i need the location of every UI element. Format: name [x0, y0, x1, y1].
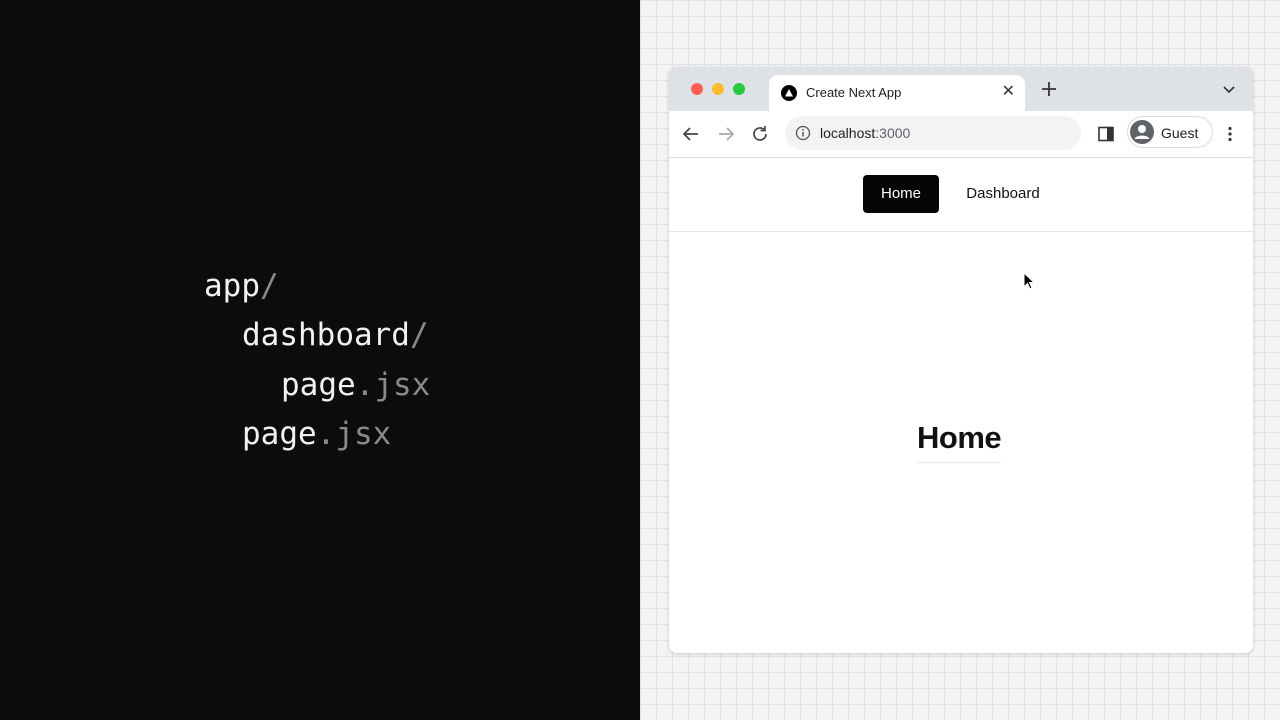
file-ext-dot: . [316, 416, 336, 452]
url-host: localhost [820, 125, 876, 141]
file-tree-panel: app/ dashboard/ page.jsx page.jsx [0, 0, 640, 720]
address-bar[interactable]: localhost:3000 [785, 116, 1081, 150]
file-ext: jsx [374, 367, 431, 403]
forward-arrow-icon[interactable] [716, 124, 736, 144]
file-name: page [281, 367, 356, 403]
tab-title: Create Next App [806, 85, 902, 100]
reload-icon[interactable] [750, 124, 770, 144]
nextjs-logo-icon [781, 85, 797, 101]
url-port: :3000 [875, 125, 911, 141]
tree-file-root-page: page.jsx [242, 414, 391, 454]
file-name: page [242, 416, 317, 452]
tree-folder-app: app/ [204, 266, 279, 306]
nav-dashboard-link[interactable]: Dashboard [951, 175, 1055, 213]
new-tab-icon[interactable] [1039, 79, 1059, 99]
site-nav: Home Dashboard [669, 158, 1253, 232]
back-arrow-icon[interactable] [681, 124, 701, 144]
site-info-icon[interactable] [795, 125, 811, 141]
address-url: localhost:3000 [820, 125, 910, 141]
profile-name: Guest [1161, 125, 1199, 141]
page-title: Home [917, 420, 1002, 463]
tab-bar: Create Next App ✕ [669, 67, 1253, 111]
file-ext-dot: . [355, 367, 375, 403]
side-panel-icon[interactable] [1096, 124, 1116, 144]
avatar-icon [1130, 120, 1154, 144]
folder-name: app [204, 268, 260, 304]
nav-home-link[interactable]: Home [863, 175, 939, 213]
more-options-icon[interactable] [1220, 124, 1240, 144]
browser-toolbar: localhost:3000 Guest [669, 111, 1253, 158]
tab-create-next-app[interactable]: Create Next App ✕ [769, 75, 1025, 111]
folder-name: dashboard [242, 317, 410, 353]
mouse-cursor-icon [1023, 272, 1035, 290]
window-close-button[interactable] [691, 83, 703, 95]
window-maximize-button[interactable] [733, 83, 745, 95]
profile-button[interactable]: Guest [1127, 116, 1213, 148]
window-minimize-button[interactable] [712, 83, 724, 95]
path-separator: / [409, 317, 429, 353]
web-page: Home Dashboard Home [669, 158, 1253, 653]
browser-window: Create Next App ✕ localhost:3000 Guest H… [669, 67, 1253, 653]
tree-folder-dashboard: dashboard/ [242, 315, 429, 355]
path-separator: / [260, 268, 279, 304]
chevron-down-icon[interactable] [1221, 81, 1237, 97]
file-ext: jsx [335, 416, 392, 452]
tab-close-icon[interactable]: ✕ [1002, 82, 1015, 102]
tree-file-dashboard-page: page.jsx [281, 365, 430, 405]
